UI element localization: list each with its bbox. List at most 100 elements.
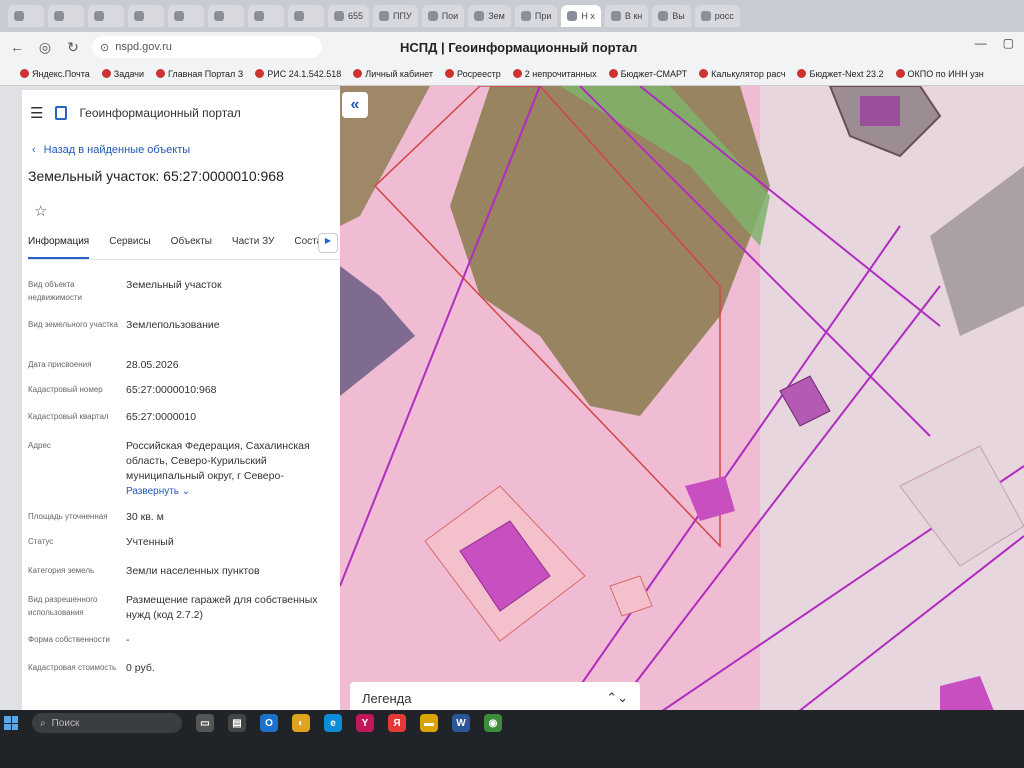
tab-favicon-icon: [379, 11, 390, 21]
browser-tab[interactable]: 655: [328, 5, 370, 27]
collapse-panel-button[interactable]: «: [342, 92, 368, 118]
yandex-browser-icon[interactable]: Y: [356, 714, 374, 732]
outlook-icon[interactable]: O: [260, 714, 278, 732]
task-view-icon[interactable]: ▭: [196, 714, 214, 732]
browser-tab[interactable]: Зем: [468, 5, 511, 27]
attribute-value: Российская Федерация, Сахалинская област…: [126, 440, 310, 482]
tab-favicon-icon: [174, 11, 184, 21]
back-arrow-icon[interactable]: ←: [8, 38, 26, 56]
tabs-scroll-right-icon[interactable]: ▶: [318, 233, 338, 253]
browser-tab[interactable]: [48, 5, 84, 27]
back-link[interactable]: ‹ Назад в найденные объекты: [32, 144, 190, 156]
chrome-icon[interactable]: ◉: [484, 714, 502, 732]
portal-logo-icon: [55, 106, 68, 120]
tab-favicon-icon: [610, 11, 621, 21]
tab-favicon-icon: [474, 11, 485, 21]
tab-label: росс: [714, 11, 734, 21]
attribute-row: Адрес Российская Федерация, Сахалинская …: [28, 439, 338, 499]
tab-information[interactable]: Информация: [28, 236, 90, 259]
bookmark-icon: [699, 69, 709, 78]
browser-tab[interactable]: В кн: [604, 5, 649, 27]
yandex-icon[interactable]: Я: [388, 714, 406, 732]
maximize-icon[interactable]: ▢: [1003, 36, 1014, 50]
browser-tab[interactable]: росс: [694, 5, 740, 27]
attribute-value: 0 руб.: [126, 662, 155, 674]
bookmark-icon: [155, 69, 165, 78]
bookmark-label: ОКПО по ИНН узн: [907, 68, 984, 79]
bookmark-label: Задачи: [113, 68, 144, 79]
tab-favicon-icon: [294, 11, 304, 21]
attribute-row: Дата присвоения 28.05.2026: [28, 358, 338, 373]
browser-tab[interactable]: [208, 5, 244, 27]
menu-icon[interactable]: ☰: [30, 104, 43, 122]
app-icon[interactable]: ◐: [292, 714, 310, 732]
browser-tab-strip: 655 ППУ Пои Зем При Н х В кн Вы росс: [0, 0, 1024, 32]
tab-favicon-icon: [254, 11, 264, 21]
attribute-key: Кадастровый номер: [28, 385, 103, 394]
browser-tab[interactable]: [288, 5, 324, 27]
bookmark-label: РИС 24.1.542.518: [267, 68, 342, 79]
structure-ne: [860, 96, 900, 126]
browser-tab[interactable]: [248, 5, 284, 27]
browser-tab[interactable]: При: [514, 5, 558, 27]
attribute-key: Адрес: [28, 441, 51, 450]
attribute-row: Кадастровый номер 65:27:0000010:968: [28, 383, 338, 398]
shield-icon[interactable]: ◎: [36, 38, 54, 56]
attribute-value: 30 кв. м: [126, 511, 164, 523]
browser-tab[interactable]: [168, 5, 204, 27]
browser-tab[interactable]: [88, 5, 124, 27]
tab-label: Пои: [441, 11, 459, 21]
taskbar-search[interactable]: ⌕ Поиск: [32, 713, 182, 733]
tab-label: Зем: [488, 11, 505, 21]
tab-label: В кн: [624, 11, 643, 21]
address-bar[interactable]: ⊙ nspd.gov.ru: [92, 36, 322, 58]
cadastral-map[interactable]: « Легенда ⌃⌄: [340, 86, 1024, 726]
chevron-updown-icon: ⌃⌄: [606, 690, 628, 705]
bookmark[interactable]: Яндекс.Почта: [20, 69, 90, 79]
favorite-star-icon[interactable]: ☆: [34, 202, 47, 220]
bookmark[interactable]: ОКПО по ИНН узн: [895, 68, 984, 79]
bookmark[interactable]: Личный кабинет: [353, 69, 433, 79]
browser-tab[interactable]: Вы: [652, 5, 691, 27]
edge-icon[interactable]: e: [324, 714, 342, 732]
bookmark[interactable]: 2 непрочитанных: [512, 69, 597, 79]
browser-tab-active[interactable]: Н х: [561, 5, 601, 27]
minimize-icon[interactable]: —: [975, 36, 987, 50]
bookmark[interactable]: Задачи: [101, 68, 144, 79]
map-canvas[interactable]: [340, 86, 1024, 726]
browser-tab[interactable]: Пои: [421, 5, 465, 27]
expand-link[interactable]: Развернуть ⌄: [126, 484, 332, 499]
bookmark[interactable]: Бюджет-СМАРТ: [608, 69, 687, 79]
bookmark-label: Главная Портал З: [167, 68, 244, 79]
chevron-left-icon: ‹: [32, 144, 36, 156]
tab-parts[interactable]: Части ЗУ: [232, 236, 274, 259]
reload-icon[interactable]: ↻: [64, 38, 82, 56]
bookmark[interactable]: Росреестр: [445, 69, 501, 79]
tab-favicon-icon: [54, 11, 64, 21]
folder-icon[interactable]: ▬: [420, 714, 438, 732]
attribute-key: Вид разрешенного использования: [28, 595, 98, 617]
word-icon[interactable]: W: [452, 714, 470, 732]
bookmark[interactable]: Главная Портал З: [155, 68, 244, 79]
windows-start-icon[interactable]: [4, 716, 18, 730]
tab-services[interactable]: Сервисы: [109, 236, 150, 259]
browser-tab[interactable]: [128, 5, 164, 27]
tab-favicon-icon: [520, 11, 531, 21]
bookmark-label: Личный кабинет: [365, 68, 433, 79]
attribute-row: Статус Учтенный: [28, 535, 338, 550]
portal-name: Геоинформационный портал: [79, 106, 241, 120]
bookmark[interactable]: Бюджет-Next 23.2: [797, 69, 884, 79]
bookmark-icon: [512, 69, 522, 78]
bookmark[interactable]: РИС 24.1.542.518: [255, 69, 341, 79]
attribute-key: Дата присвоения: [28, 360, 92, 369]
browser-tab[interactable]: [8, 5, 44, 27]
browser-tab[interactable]: ППУ: [373, 5, 418, 27]
bookmark-icon: [608, 69, 618, 78]
bookmark[interactable]: Калькулятор расч: [699, 69, 785, 79]
attribute-key: Вид объекта недвижимости: [28, 280, 82, 302]
attribute-key: Статус: [28, 537, 54, 546]
tab-objects[interactable]: Объекты: [171, 236, 212, 259]
attribute-row: Вид разрешенного использования Размещени…: [28, 593, 338, 623]
bookmark-label: Калькулятор расч: [711, 68, 786, 79]
explorer-icon[interactable]: ▤: [228, 714, 246, 732]
